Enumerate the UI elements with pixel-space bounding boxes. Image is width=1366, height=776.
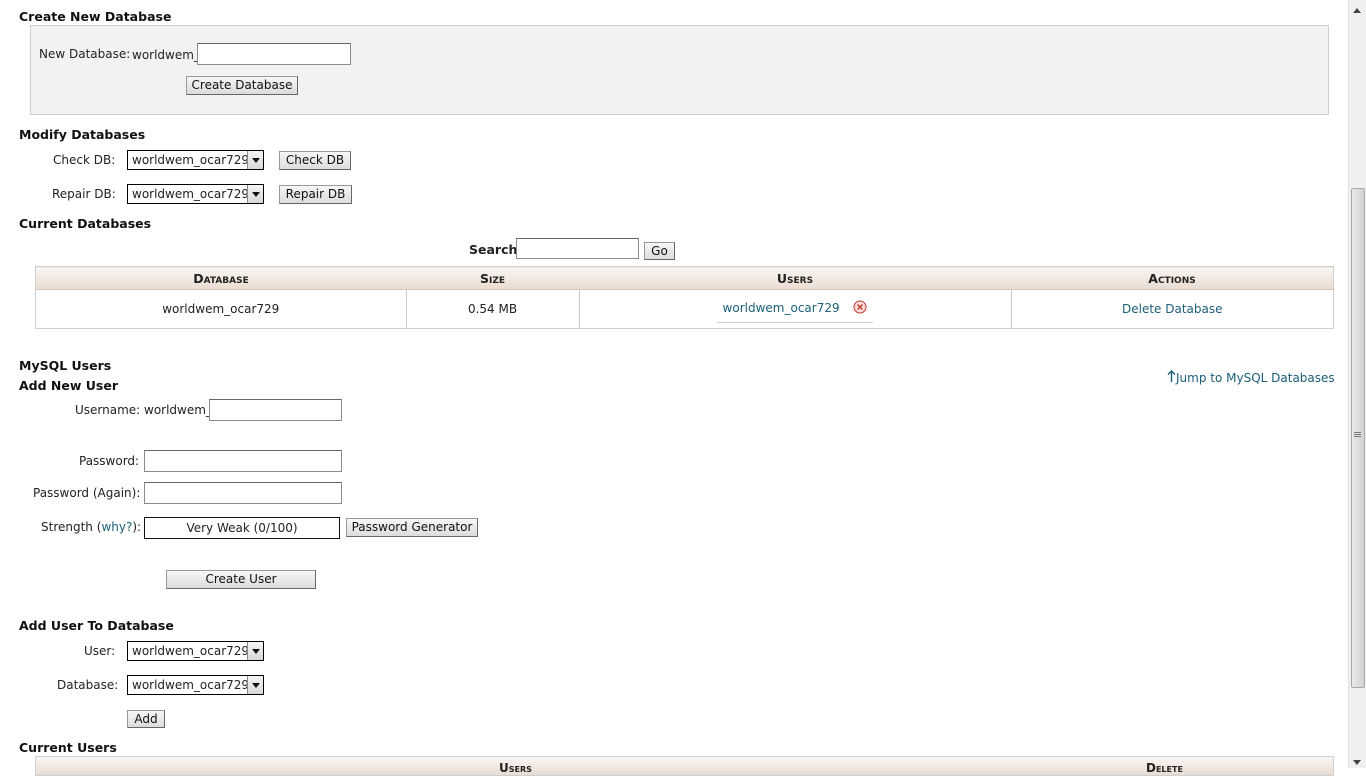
- column-header-delete: Delete: [1146, 761, 1183, 775]
- remove-user-icon[interactable]: [853, 300, 867, 317]
- table-row: worldwem_ocar729 0.54 MB worldwem_ocar72…: [36, 289, 1334, 329]
- database-users-cell: worldwem_ocar729: [578, 289, 1011, 329]
- repair-db-select[interactable]: worldwem_ocar729: [127, 184, 264, 204]
- password-label: Password:: [79, 454, 140, 468]
- create-database-button[interactable]: Create Database: [186, 76, 298, 95]
- chevron-down-icon[interactable]: [247, 676, 263, 694]
- modify-databases-heading: Modify Databases: [19, 127, 146, 142]
- jump-to-databases-link[interactable]: Jump to MySQL Databases: [1176, 371, 1335, 385]
- user-select-label: User:: [84, 644, 116, 658]
- strength-value: Very Weak (0/100): [186, 521, 298, 535]
- add-button[interactable]: Add: [127, 710, 165, 728]
- add-user-to-database-heading: Add User To Database: [19, 618, 174, 633]
- database-select-value: worldwem_ocar729: [132, 678, 250, 692]
- column-header-users: Users: [499, 761, 532, 775]
- go-button[interactable]: Go: [644, 242, 675, 260]
- column-header-users: Users: [579, 266, 1011, 290]
- chevron-down-icon[interactable]: [247, 185, 263, 203]
- database-size-cell: 0.54 MB: [405, 289, 579, 329]
- database-select[interactable]: worldwem_ocar729: [127, 675, 264, 695]
- password-again-label: Password (Again):: [33, 486, 141, 500]
- user-select[interactable]: worldwem_ocar729: [127, 641, 264, 661]
- repair-db-select-value: worldwem_ocar729: [132, 187, 250, 201]
- database-select-label: Database:: [57, 678, 119, 692]
- grip-icon: [1354, 432, 1361, 433]
- check-db-button[interactable]: Check DB: [279, 151, 351, 170]
- password-again-input[interactable]: [144, 482, 342, 504]
- repair-db-button[interactable]: Repair DB: [279, 185, 352, 204]
- table-header-row: Database Size Users Actions: [35, 266, 1334, 290]
- database-actions-cell: Delete Database: [1010, 289, 1334, 329]
- column-header-database: Database: [35, 266, 406, 290]
- repair-db-label: Repair DB:: [52, 187, 116, 201]
- chevron-down-icon[interactable]: [247, 151, 263, 169]
- why-link[interactable]: why?: [101, 520, 132, 534]
- check-db-select[interactable]: worldwem_ocar729: [127, 150, 264, 170]
- scrollbar-thumb[interactable]: [1351, 188, 1365, 688]
- strength-label: Strength: [41, 520, 93, 534]
- password-generator-button[interactable]: Password Generator: [346, 518, 478, 537]
- username-input[interactable]: [209, 399, 342, 421]
- new-database-label: New Database:: [39, 47, 131, 61]
- databases-table: Database Size Users Actions worldwem_oca…: [35, 266, 1334, 329]
- column-header-size: Size: [406, 266, 579, 290]
- strength-close-paren: ):: [132, 520, 142, 534]
- current-databases-heading: Current Databases: [19, 216, 152, 231]
- database-name-cell: worldwem_ocar729: [162, 302, 280, 316]
- jump-to-databases-link-wrap[interactable]: Jump to MySQL Databases: [1167, 370, 1335, 386]
- new-database-prefix: worldwem_: [132, 48, 200, 62]
- search-label: Search: [469, 242, 518, 257]
- scroll-up-icon[interactable]: [1352, 3, 1362, 17]
- password-strength-meter: Very Weak (0/100): [144, 517, 340, 539]
- create-user-button[interactable]: Create User: [166, 570, 316, 589]
- create-database-heading: Create New Database: [19, 9, 172, 24]
- up-arrow-icon: [1167, 370, 1176, 386]
- new-database-input[interactable]: [197, 43, 351, 65]
- users-table-header: Users Delete: [35, 756, 1334, 776]
- check-db-select-value: worldwem_ocar729: [132, 153, 250, 167]
- chevron-down-icon[interactable]: [247, 642, 263, 660]
- username-prefix: worldwem_: [144, 403, 212, 417]
- current-users-heading: Current Users: [19, 740, 117, 755]
- create-database-panel: [30, 25, 1329, 115]
- column-header-actions: Actions: [1011, 266, 1334, 290]
- strength-label-wrap: Strength (why?):: [41, 520, 141, 534]
- database-user-link[interactable]: worldwem_ocar729: [723, 301, 840, 315]
- username-label: Username:: [75, 403, 141, 417]
- search-input[interactable]: [516, 238, 639, 259]
- password-input[interactable]: [144, 450, 342, 472]
- user-select-value: worldwem_ocar729: [132, 644, 250, 658]
- check-db-label: Check DB:: [53, 153, 116, 167]
- delete-database-link[interactable]: Delete Database: [1122, 302, 1223, 316]
- vertical-scrollbar[interactable]: [1348, 0, 1366, 768]
- add-new-user-heading: Add New User: [19, 378, 118, 393]
- mysql-users-heading: MySQL Users: [19, 358, 112, 373]
